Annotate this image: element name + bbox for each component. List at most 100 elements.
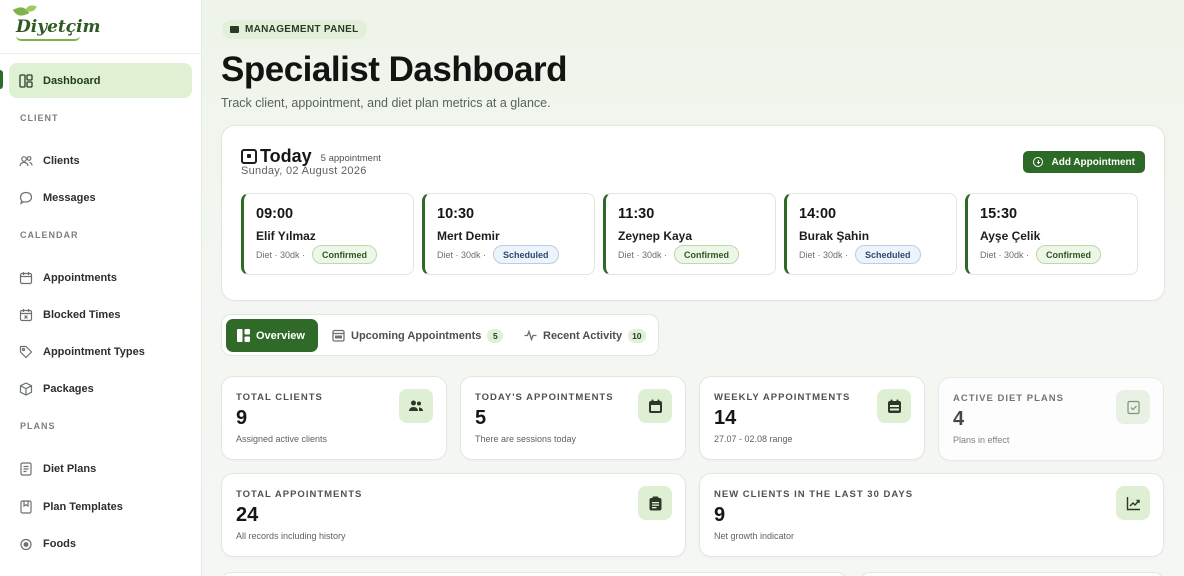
calendar-icon (638, 389, 672, 423)
page-subtitle: Track client, appointment, and diet plan… (221, 96, 551, 110)
appointment-client-name: Ayşe Çelik (980, 229, 1041, 243)
stat-label: ACTIVE DIET PLANS (953, 393, 1064, 404)
appointment-time: 10:30 (437, 206, 475, 222)
trending-up-icon (1116, 486, 1150, 520)
tab-label: Upcoming Appointments (351, 329, 482, 342)
stat-label: TOTAL CLIENTS (236, 392, 323, 403)
appointment-card[interactable]: 14:00 Burak Şahin Diet · 30dk · Schedule… (784, 193, 957, 275)
stat-card-weekly-appointments: WEEKLY APPOINTMENTS 14 27.07 - 02.08 ran… (699, 376, 925, 460)
sidebar-item-label: Diet Plans (43, 462, 97, 475)
calendar-icon (19, 271, 33, 285)
document-icon (19, 461, 33, 476)
sidebar-section-calendar: CALENDAR (20, 230, 79, 240)
today-appointment-count: 5 appointment (320, 152, 381, 164)
stat-card-total-clients: TOTAL CLIENTS 9 Assigned active clients (221, 376, 447, 460)
stat-description: Plans in effect (953, 435, 1010, 445)
stat-description: There are sessions today (475, 434, 577, 444)
status-badge: Scheduled (855, 245, 921, 264)
logo-area: Diyetçim (0, 0, 201, 54)
stat-description: All records including history (236, 531, 346, 541)
appointment-card[interactable]: 11:30 Zeynep Kaya Diet · 30dk · Confirme… (603, 193, 776, 275)
sidebar-item-messages[interactable]: Messages (9, 180, 192, 215)
tab-upcoming-appointments[interactable]: Upcoming Appointments 5 (332, 319, 504, 352)
appointment-meta: Diet · 30dk · (437, 250, 487, 260)
dashboard-icon (19, 73, 33, 88)
sidebar-item-plan-templates[interactable]: Plan Templates (9, 489, 192, 524)
brand-logo[interactable]: Diyetçim (12, 3, 101, 41)
card-peek (221, 572, 847, 576)
sidebar-item-label: Appointments (43, 271, 117, 284)
apple-icon (19, 537, 33, 551)
stat-value: 14 (714, 407, 737, 429)
appointment-client-name: Elif Yılmaz (256, 229, 316, 243)
card-peek (860, 572, 1164, 576)
today-header: Today 5 appointment (241, 146, 381, 167)
sidebar-section-client: CLIENT (20, 113, 59, 123)
sidebar-item-appointments[interactable]: Appointments (9, 260, 192, 295)
brand-logo-text: Diyetçim (16, 16, 101, 37)
add-appointment-label: Add Appointment (1051, 156, 1135, 168)
appointment-client-name: Burak Şahin (799, 229, 870, 243)
stat-label: WEEKLY APPOINTMENTS (714, 392, 851, 403)
dashboard-tabs: Overview Upcoming Appointments 5 Recent … (221, 314, 659, 356)
sidebar-item-label: Dashboard (43, 74, 101, 87)
package-icon (19, 381, 33, 396)
activity-icon (524, 329, 537, 342)
sidebar-item-label: Plan Templates (43, 500, 123, 513)
sidebar-item-label: Foods (43, 537, 76, 550)
appointment-time: 09:00 (256, 206, 294, 222)
sidebar-item-label: Blocked Times (43, 308, 121, 321)
main-content: MANAGEMENT PANEL Specialist Dashboard Tr… (202, 0, 1184, 576)
sidebar-item-clients[interactable]: Clients (9, 143, 192, 178)
appointment-card[interactable]: 09:00 Elif Yılmaz Diet · 30dk · Confirme… (241, 193, 414, 275)
tab-count-badge: 10 (628, 328, 646, 343)
appointment-client-name: Zeynep Kaya (618, 229, 693, 243)
appointment-meta: Diet · 30dk · (799, 250, 849, 260)
panel-icon (230, 26, 239, 33)
appointment-time: 15:30 (980, 206, 1018, 222)
leaf-icon (25, 3, 37, 13)
status-badge: Confirmed (312, 245, 377, 264)
logo-swoosh (16, 36, 80, 41)
sidebar-item-foods[interactable]: Foods (9, 526, 192, 561)
appointment-meta: Diet · 30dk · (256, 250, 306, 260)
users-icon (19, 154, 33, 168)
sidebar-item-dashboard[interactable]: Dashboard (9, 63, 192, 98)
today-title: Today (260, 146, 312, 166)
sidebar: Diyetçim Dashboard CLIENT Clients Messag… (0, 0, 202, 576)
tab-overview[interactable]: Overview (226, 319, 318, 352)
tag-icon (19, 345, 33, 359)
clipboard-icon (638, 486, 672, 520)
stat-card-active-diet-plans: ACTIVE DIET PLANS 4 Plans in effect (938, 377, 1164, 461)
sidebar-item-label: Packages (43, 382, 94, 395)
sidebar-item-blocked-times[interactable]: Blocked Times (9, 297, 192, 332)
stat-description: 27.07 - 02.08 range (714, 434, 793, 444)
management-panel-badge: MANAGEMENT PANEL (222, 20, 367, 39)
plus-circle-icon (1033, 157, 1044, 167)
sidebar-item-appointment-types[interactable]: Appointment Types (9, 334, 192, 369)
calendar-x-icon (19, 308, 33, 322)
stat-value: 9 (714, 504, 726, 526)
stat-card-total-appointments: TOTAL APPOINTMENTS 24 All records includ… (221, 473, 686, 557)
stat-description: Net growth indicator (714, 531, 795, 541)
appointment-card[interactable]: 10:30 Mert Demir Diet · 30dk · Scheduled (422, 193, 595, 275)
add-appointment-button[interactable]: Add Appointment (1023, 151, 1145, 173)
checklist-icon (1116, 390, 1150, 424)
stat-card-todays-appointments: TODAY'S APPOINTMENTS 5 There are session… (460, 376, 686, 460)
appointment-meta: Diet · 30dk · (980, 250, 1030, 260)
sidebar-item-label: Appointment Types (43, 345, 145, 358)
stat-label: TOTAL APPOINTMENTS (236, 489, 363, 500)
status-badge: Confirmed (674, 245, 739, 264)
users-icon (399, 389, 433, 423)
today-card: Today 5 appointment Sunday, 02 August 20… (221, 125, 1165, 301)
tab-label: Recent Activity (543, 329, 623, 342)
appointment-card[interactable]: 15:30 Ayşe Çelik Diet · 30dk · Confirmed (965, 193, 1138, 275)
bookmark-icon (19, 499, 33, 514)
sidebar-item-packages[interactable]: Packages (9, 371, 192, 406)
sidebar-item-diet-plans[interactable]: Diet Plans (9, 451, 192, 486)
chat-icon (19, 191, 33, 205)
appointment-time: 14:00 (799, 206, 837, 222)
today-date: Sunday, 02 August 2026 (241, 165, 367, 177)
stat-value: 5 (475, 407, 487, 429)
tab-recent-activity[interactable]: Recent Activity 10 (524, 319, 646, 352)
